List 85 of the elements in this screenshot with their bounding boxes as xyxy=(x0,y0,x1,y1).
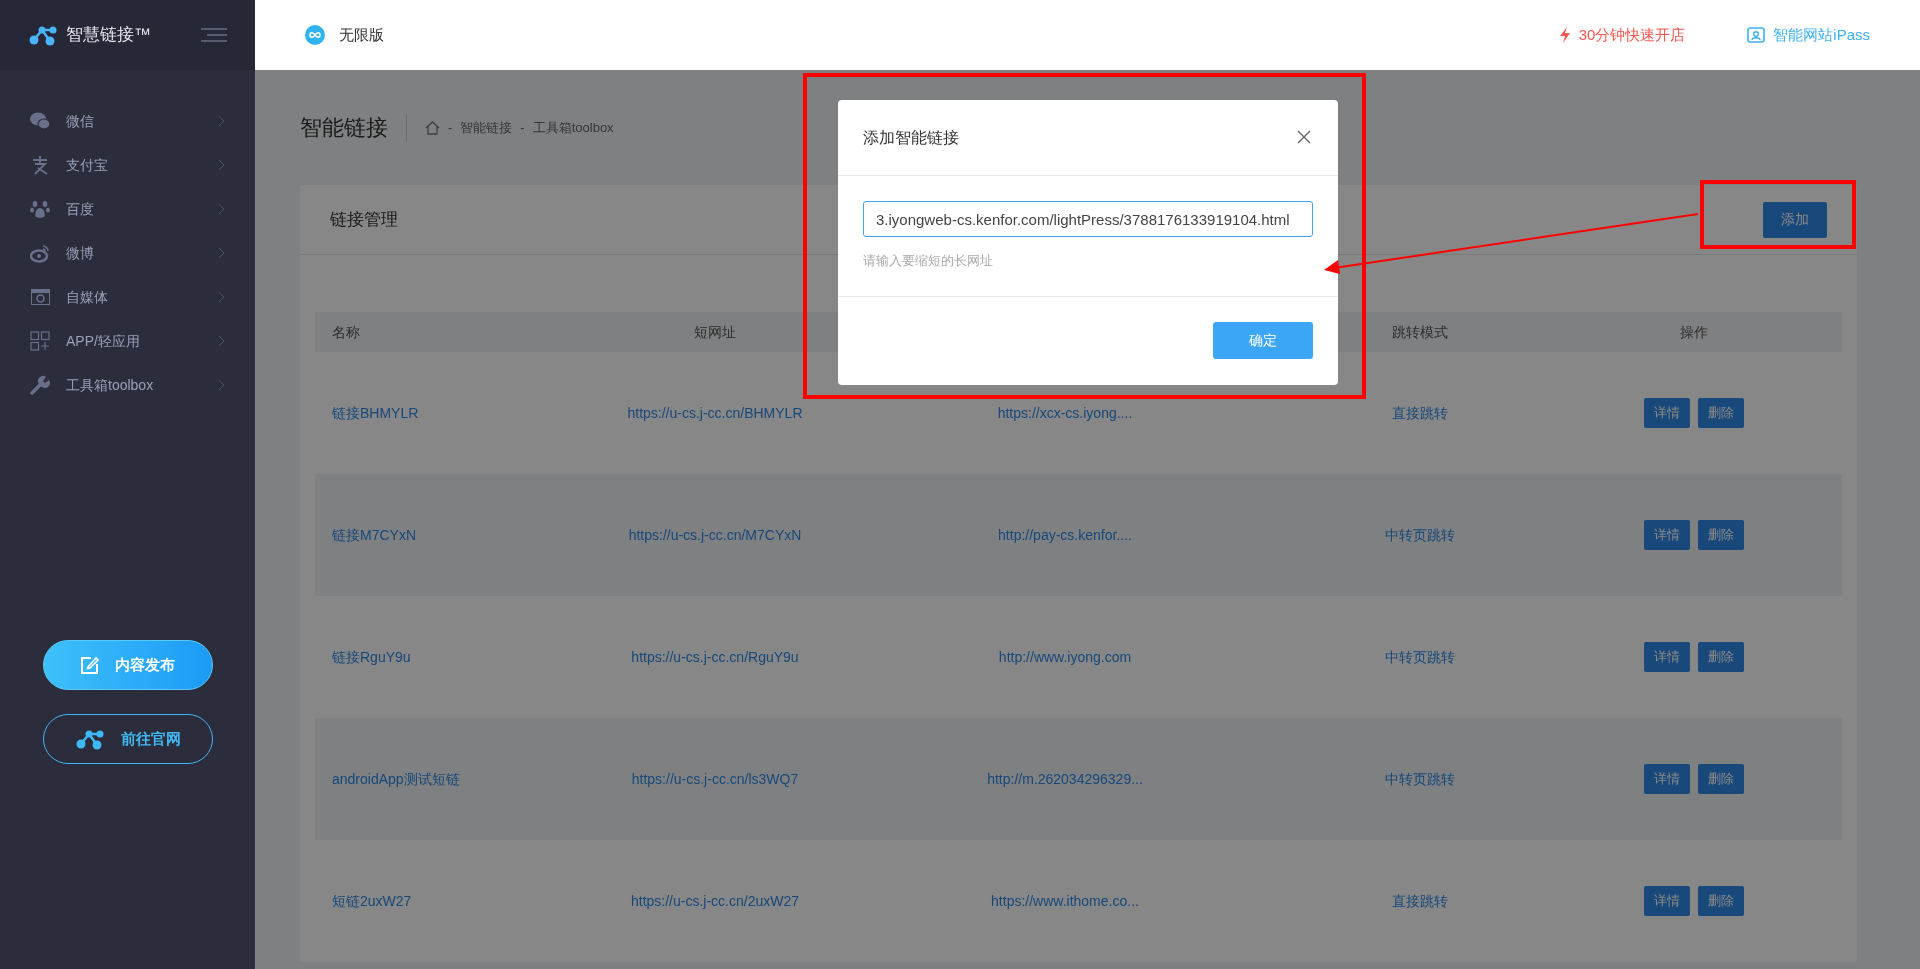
sidebar-menu-item[interactable]: APP/轻应用 xyxy=(0,319,255,363)
column-header: 操作 xyxy=(1679,323,1708,340)
sidebar-item-label: 支付宝 xyxy=(66,155,108,175)
add-button[interactable]: 添加 xyxy=(1763,201,1827,238)
redirect-mode: 直接跳转 xyxy=(1392,892,1448,909)
site-link[interactable]: 智能网站iPass xyxy=(1747,23,1870,47)
chevron-right-icon xyxy=(218,115,225,127)
profile-card-icon xyxy=(1747,27,1766,43)
column-header: 短网址 xyxy=(694,323,736,340)
wechat-icon xyxy=(30,111,51,131)
wrench-icon xyxy=(30,375,51,395)
card-title: 链接管理 xyxy=(330,208,398,231)
infinity-icon xyxy=(305,25,325,45)
delete-button[interactable]: 删除 xyxy=(1697,398,1744,428)
redirect-mode: 中转页跳转 xyxy=(1385,526,1455,543)
sidebar-menu-item[interactable]: 微博 xyxy=(0,231,255,275)
paw-icon xyxy=(30,199,51,219)
delete-button[interactable]: 删除 xyxy=(1697,520,1744,550)
chevron-right-icon xyxy=(218,291,225,303)
edit-icon xyxy=(80,656,99,674)
sidebar-menu-item[interactable]: 微信 xyxy=(0,99,255,143)
short-url-link[interactable]: https://u-cs.j-cc.cn/2uxW27 xyxy=(630,892,800,909)
link-name[interactable]: 链接BHMYLR xyxy=(332,404,419,421)
home-icon xyxy=(425,120,440,135)
details-button[interactable]: 详情 xyxy=(1643,398,1690,428)
chevron-right-icon xyxy=(218,203,225,215)
short-url-link[interactable]: https://u-cs.j-cc.cn/ls3WQ7 xyxy=(631,770,799,787)
short-url-link[interactable]: https://u-cs.j-cc.cn/RguY9u xyxy=(631,648,799,665)
details-button[interactable]: 详情 xyxy=(1643,764,1690,794)
sidebar-menu-item[interactable]: 工具箱toolbox xyxy=(0,363,255,407)
logo-text: 智慧链接™ xyxy=(66,24,151,47)
link-name[interactable]: 链接M7CYxN xyxy=(332,526,416,543)
column-header: 名称 xyxy=(332,323,360,340)
redirect-mode: 中转页跳转 xyxy=(1385,648,1455,665)
url-input-field[interactable]: 3.iyongweb-cs.kenfor.com/lightPress/3788176133919104.html xyxy=(863,201,1313,237)
nodes-icon xyxy=(74,728,105,750)
chevron-right-icon xyxy=(218,335,225,347)
chevron-right-icon xyxy=(218,247,225,259)
publish-button[interactable]: 内容发布 xyxy=(42,640,213,690)
breadcrumb-separator: - xyxy=(448,118,453,137)
link-name[interactable]: 短链2uxW27 xyxy=(332,892,412,909)
chevron-right-icon xyxy=(218,379,225,391)
quick-store-link[interactable]: 30分钟快速开店 xyxy=(1558,23,1686,47)
weibo-icon xyxy=(30,243,51,263)
delete-button[interactable]: 删除 xyxy=(1697,764,1744,794)
long-url-link[interactable]: http://www.iyong.com xyxy=(998,648,1132,665)
details-button[interactable]: 详情 xyxy=(1643,642,1690,672)
link-name[interactable]: 链接RguY9u xyxy=(332,648,411,665)
sidebar-item-label: 工具箱toolbox xyxy=(66,375,154,395)
page-title: 智能链接 xyxy=(300,114,388,142)
breadcrumb-link[interactable]: 智能链接 xyxy=(460,117,513,138)
delete-button[interactable]: 删除 xyxy=(1697,642,1744,672)
input-hint: 请输入要缩短的长网址 xyxy=(863,252,994,270)
chevron-right-icon xyxy=(218,159,225,171)
breadcrumb-link[interactable]: 工具箱toolbox xyxy=(532,117,614,138)
lightning-icon xyxy=(1558,27,1571,43)
sidebar-item-label: 百度 xyxy=(66,199,94,219)
details-button[interactable]: 详情 xyxy=(1643,886,1690,916)
long-url-link[interactable]: http://m.262034296329... xyxy=(987,770,1143,787)
redirect-mode: 中转页跳转 xyxy=(1385,770,1455,787)
link-name[interactable]: androidApp测试短链 xyxy=(332,770,460,787)
dialog-title: 添加智能链接 xyxy=(863,127,959,148)
sidebar-item-label: 自媒体 xyxy=(66,287,108,307)
long-url-link[interactable]: http://pay-cs.kenfor.... xyxy=(998,526,1132,543)
sidebar-item-label: 微博 xyxy=(66,243,94,263)
logo-icon xyxy=(28,24,58,46)
short-url-link[interactable]: https://u-cs.j-cc.cn/BHMYLR xyxy=(627,404,803,421)
long-url-link[interactable]: https://xcx-cs.iyong.... xyxy=(997,404,1133,421)
column-header: 跳转模式 xyxy=(1392,323,1448,340)
breadcrumb-separator: - xyxy=(520,118,525,137)
sidebar-item-label: 微信 xyxy=(66,111,94,131)
camera-icon xyxy=(30,287,51,307)
details-button[interactable]: 详情 xyxy=(1643,520,1690,550)
redirect-mode: 直接跳转 xyxy=(1392,404,1448,421)
sidebar-menu-item[interactable]: 自媒体 xyxy=(0,275,255,319)
long-url-link[interactable]: https://www.ithome.co... xyxy=(991,892,1139,909)
sidebar-menu-item[interactable]: 百度 xyxy=(0,187,255,231)
confirm-button[interactable]: 确定 xyxy=(1213,322,1313,359)
app-grid-icon xyxy=(30,331,51,351)
sidebar-menu-item[interactable]: 支付宝 xyxy=(0,143,255,187)
close-button[interactable] xyxy=(1297,129,1313,146)
short-url-link[interactable]: https://u-cs.j-cc.cn/M7CYxN xyxy=(628,526,802,543)
edition-label: 无限版 xyxy=(339,24,384,45)
sidebar-item-label: APP/轻应用 xyxy=(66,331,140,351)
delete-button[interactable]: 删除 xyxy=(1697,886,1744,916)
